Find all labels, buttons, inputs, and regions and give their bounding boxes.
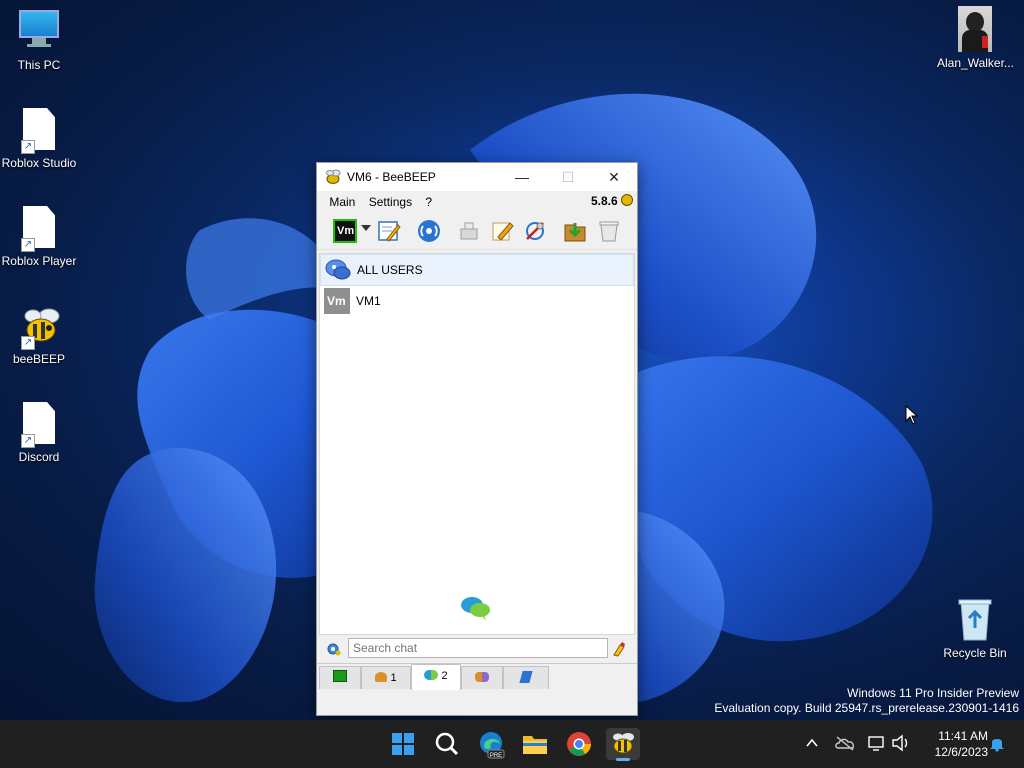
bee-icon: ↗ <box>19 304 60 350</box>
bottom-tabs: 1 2 <box>317 663 637 690</box>
chrome-icon[interactable] <box>562 728 596 760</box>
beebeep-taskbar-button[interactable] <box>606 728 640 761</box>
menu-bar: Main Settings ? 5.8.6 <box>317 191 637 213</box>
shares-icon <box>519 671 533 683</box>
status-button[interactable]: Vm <box>333 219 357 243</box>
chevron-down-icon[interactable] <box>361 225 371 231</box>
send-file-icon[interactable] <box>457 219 481 243</box>
image-thumbnail-icon <box>958 6 992 52</box>
notification-bell-icon[interactable] <box>988 734 1006 752</box>
edit-profile-icon[interactable] <box>377 219 401 243</box>
mouse-cursor-icon <box>905 405 919 425</box>
edge-icon[interactable]: PRE <box>474 728 508 760</box>
tab-users-count: 1 <box>390 672 397 684</box>
desktop-icon-alan-walker[interactable]: Alan_Walker... <box>937 6 1014 70</box>
users-icon <box>375 672 388 682</box>
tab-chats-count: 2 <box>441 670 448 682</box>
desktop-icon-label: beeBEEP <box>12 352 66 366</box>
monitor-green-icon <box>333 670 347 682</box>
settings-gear-icon[interactable] <box>325 641 341 657</box>
tab-groups[interactable] <box>461 666 503 689</box>
list-item-label: ALL USERS <box>357 263 423 277</box>
desktop-icon-label: Roblox Studio <box>1 156 77 170</box>
tab-status[interactable] <box>319 666 361 689</box>
tab-chats[interactable]: 2 <box>411 664 461 690</box>
bee-app-icon <box>326 169 341 184</box>
menu-help[interactable]: ? <box>420 191 437 213</box>
minimize-button[interactable]: — <box>499 163 545 191</box>
start-icon[interactable] <box>386 728 420 760</box>
status-button-label: Vm <box>337 225 355 237</box>
tab-users[interactable]: 1 <box>361 666 411 689</box>
group-chat-icon <box>325 259 351 280</box>
menu-settings[interactable]: Settings <box>364 191 417 213</box>
beebeep-window: VM6 - BeeBEEP — ☐ ✕ Main Settings ? 5.8.… <box>316 162 638 716</box>
menu-main[interactable]: Main <box>324 191 360 213</box>
avatar-text: Vm <box>327 294 346 308</box>
clock[interactable]: 11:41 AM 12/6/2023 <box>918 728 988 760</box>
search-icon[interactable] <box>430 728 464 760</box>
bee-small-icon <box>621 194 633 206</box>
desktop-icon-discord[interactable]: ↗ Discord <box>1 402 77 464</box>
file-explorer-icon[interactable] <box>518 728 552 760</box>
download-folder-icon[interactable] <box>563 219 587 243</box>
desktop-icon-beebeep[interactable]: ↗ beeBEEP <box>1 304 77 366</box>
recycle-bin-icon <box>955 598 995 642</box>
toolbar: Vm <box>317 213 637 250</box>
clear-trash-icon[interactable] <box>597 219 621 243</box>
vm-avatar-icon: Vm <box>324 288 350 314</box>
taskbar: PRE 11:41 AM 12/6/2023 <box>0 720 1024 768</box>
desktop-icon-recycle-bin[interactable]: Recycle Bin <box>937 598 1013 660</box>
chats-icon <box>424 670 439 680</box>
chat-bubbles-icon <box>461 597 490 621</box>
network-icon[interactable] <box>867 734 887 752</box>
groups-icon <box>475 672 489 682</box>
chevron-up-icon[interactable] <box>805 736 819 750</box>
maximize-button[interactable]: ☐ <box>545 163 591 191</box>
list-item-label: VM1 <box>356 294 381 308</box>
list-item-vm1[interactable]: Vm VM1 <box>320 286 634 316</box>
title-bar[interactable]: VM6 - BeeBEEP — ☐ ✕ <box>317 163 637 191</box>
file-shortcut-icon: ↗ <box>19 108 59 154</box>
clock-date: 12/6/2023 <box>934 745 988 759</box>
desktop-icon-roblox-studio[interactable]: ↗ Roblox Studio <box>1 108 77 170</box>
desktop-icon-label: Alan_Walker... <box>937 56 1014 70</box>
version-label: 5.8.6 <box>591 194 633 208</box>
volume-icon[interactable] <box>891 734 911 752</box>
write-note-icon[interactable] <box>490 219 514 243</box>
os-watermark: Windows 11 Pro Insider Preview Evaluatio… <box>714 686 1019 715</box>
monitor-icon <box>19 10 59 54</box>
search-chat-input[interactable] <box>348 638 608 658</box>
active-indicator <box>616 758 630 761</box>
watermark-line1: Windows 11 Pro Insider Preview <box>847 686 1019 700</box>
desktop-icon-label: Roblox Player <box>1 254 77 268</box>
version-text: 5.8.6 <box>590 194 618 208</box>
plugins-icon[interactable] <box>523 219 547 243</box>
tab-shares[interactable] <box>503 666 549 689</box>
watermark-line2: Evaluation copy. Build 25947.rs_prerelea… <box>714 701 1019 715</box>
list-item-all-users[interactable]: ALL USERS <box>320 254 634 286</box>
clock-time: 11:41 AM <box>938 729 988 743</box>
window-title: VM6 - BeeBEEP <box>347 170 436 184</box>
onedrive-icon[interactable] <box>834 734 856 752</box>
clear-search-icon[interactable] <box>611 641 627 657</box>
beebeep-icon <box>613 733 634 754</box>
desktop-icon-roblox-player[interactable]: ↗ Roblox Player <box>1 206 77 268</box>
desktop-icon-label: Recycle Bin <box>943 646 1007 660</box>
user-chat-list[interactable]: ALL USERS Vm VM1 <box>319 253 635 635</box>
broadcast-icon[interactable] <box>417 219 441 243</box>
svg-text:PRE: PRE <box>490 753 502 759</box>
file-shortcut-icon: ↗ <box>19 206 59 252</box>
desktop-icon-label: Discord <box>18 450 60 464</box>
search-bar <box>317 637 637 661</box>
file-shortcut-icon: ↗ <box>19 402 59 448</box>
desktop-icon-label: This PC <box>17 58 61 72</box>
close-button[interactable]: ✕ <box>591 163 637 191</box>
desktop-icon-this-pc[interactable]: This PC <box>1 10 77 72</box>
